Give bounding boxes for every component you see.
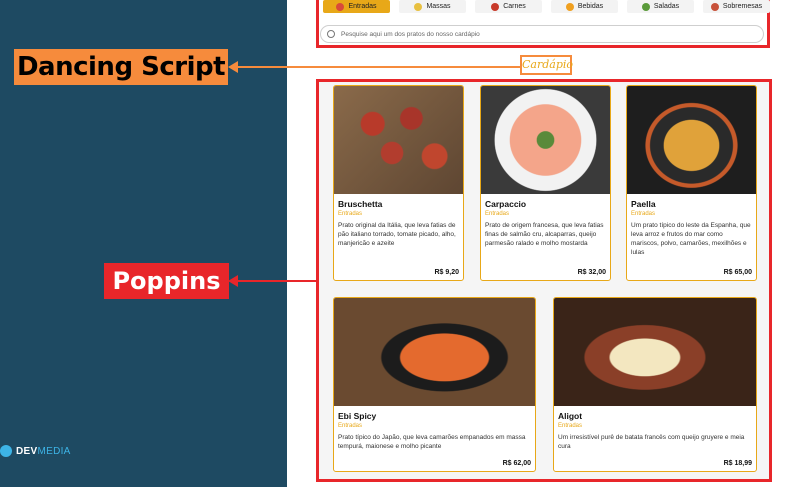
dish-price: R$ 32,00 — [577, 269, 606, 276]
dish-category: Entradas — [558, 423, 583, 429]
bread-icon — [336, 2, 345, 11]
tab-carnes[interactable]: Carnes — [475, 0, 542, 13]
devmedia-logo-icon — [0, 445, 12, 457]
search-icon — [327, 30, 335, 38]
dish-name: Carpaccio — [485, 199, 527, 209]
dish-photo — [481, 86, 610, 194]
dish-category: Entradas — [338, 423, 363, 429]
dish-card[interactable]: Bruschetta Entradas Prato original da It… — [333, 85, 464, 281]
logo-text: DEVMEDIA — [16, 445, 71, 457]
dish-photo — [334, 298, 535, 406]
dish-card[interactable]: Ebi Spicy Entradas Prato típico do Japão… — [333, 297, 536, 472]
dish-price: R$ 18,99 — [723, 460, 752, 467]
dancing-script-callout: Dancing Script — [14, 49, 228, 85]
red-arrow — [232, 280, 316, 282]
tab-saladas[interactable]: Saladas — [627, 0, 694, 13]
pasta-icon — [414, 2, 423, 11]
dish-description: Prato de origem francesa, que leva fatia… — [485, 222, 604, 247]
search-input[interactable]: Pesquise aqui um dos pratos do nosso car… — [320, 25, 764, 43]
dish-photo — [334, 86, 463, 194]
category-tabs: Entradas Massas Carnes Bebidas Saladas S… — [323, 0, 770, 13]
dish-name: Paella — [631, 199, 656, 209]
orange-arrowhead — [228, 61, 238, 73]
dish-price: R$ 9,20 — [434, 269, 459, 276]
dish-description: Um irresistível purê de batata francês c… — [558, 434, 745, 450]
dish-price: R$ 62,00 — [502, 460, 531, 467]
dish-description: Prato original da Itália, que leva fatia… — [338, 222, 456, 247]
tab-entradas[interactable]: Entradas — [323, 0, 390, 13]
dish-photo — [554, 298, 756, 406]
devmedia-logo: DEVMEDIA — [0, 445, 71, 457]
tab-sobremesas[interactable]: Sobremesas — [703, 0, 770, 13]
tab-bebidas[interactable]: Bebidas — [551, 0, 618, 13]
section-title: Cardápio — [520, 55, 573, 75]
dish-card[interactable]: Paella Entradas Um prato típico do leste… — [626, 85, 757, 281]
orange-arrow — [232, 66, 520, 68]
red-arrowhead — [228, 275, 238, 287]
tab-massas[interactable]: Massas — [399, 0, 466, 13]
dish-price: R$ 65,00 — [723, 269, 752, 276]
salad-icon — [641, 2, 650, 11]
meat-icon — [491, 2, 500, 11]
dish-category: Entradas — [485, 211, 510, 217]
dish-photo — [627, 86, 756, 194]
dish-card[interactable]: Carpaccio Entradas Prato de origem franc… — [480, 85, 611, 281]
dish-description: Um prato típico do leste da Espanha, que… — [631, 222, 751, 256]
dish-description: Prato típico do Japão, que leva camarões… — [338, 434, 526, 450]
dish-name: Ebi Spicy — [338, 411, 377, 421]
search-placeholder: Pesquise aqui um dos pratos do nosso car… — [341, 30, 480, 38]
dish-name: Bruschetta — [338, 199, 383, 209]
drink-icon — [565, 2, 574, 11]
dish-name: Aligot — [558, 411, 583, 421]
dish-category: Entradas — [631, 211, 656, 217]
cake-icon — [710, 2, 719, 11]
dish-card[interactable]: Aligot Entradas Um irresistível purê de … — [553, 297, 757, 472]
poppins-callout: Poppins — [104, 263, 229, 299]
dish-category: Entradas — [338, 211, 363, 217]
